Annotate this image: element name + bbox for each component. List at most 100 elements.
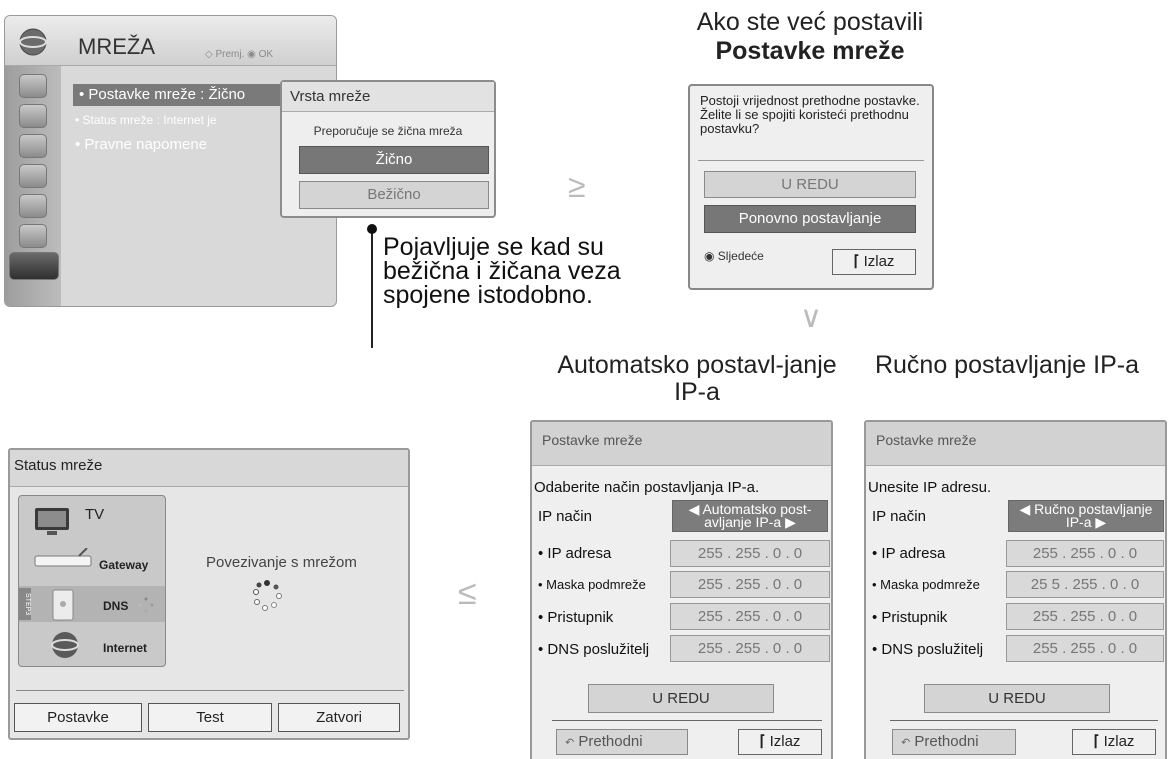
auto-ip-panel-title: Postavke mreže (542, 432, 643, 448)
ip-address-field[interactable]: 255 . 255 . 0 . 0 (670, 540, 830, 567)
internet-globe-icon (51, 632, 79, 658)
dns-server-label: • DNS poslužitelj (538, 641, 650, 658)
menu-navigation-hint: ◇ Premj. ◉ OK (205, 49, 274, 60)
wireless-option-button[interactable]: Bežično (299, 181, 489, 209)
exit-button[interactable]: ⌈ Izlaz (738, 729, 822, 755)
previous-button[interactable]: ↶ Prethodni (556, 729, 688, 755)
divider (890, 720, 1158, 721)
globe-icon (19, 28, 47, 56)
tv-icon (35, 508, 69, 535)
dns-server-label: • DNS poslužitelj (872, 641, 984, 658)
connection-steps: TV Gateway STEP3 DNS Internet (18, 495, 166, 667)
manual-ip-heading: Ručno postavljanje IP-a (874, 351, 1140, 379)
callout-line (371, 229, 373, 348)
ok-button[interactable]: U REDU (704, 171, 916, 198)
ok-button[interactable]: U REDU (924, 684, 1110, 713)
subnet-mask-label: • Maska podmreže (872, 577, 980, 592)
lock-icon[interactable] (19, 194, 47, 218)
picture-icon[interactable] (19, 74, 47, 98)
callout-note-line: bežična i žičana veza (383, 257, 621, 285)
previous-button-label: Prethodni (578, 733, 643, 750)
internet-label: Internet (103, 641, 148, 655)
close-button[interactable]: Zatvori (278, 703, 400, 732)
spinner-icon (253, 580, 282, 611)
callout-note-line: Pojavljuje se kad su (383, 233, 604, 261)
ip-mode-selector[interactable]: ◀ Ručno postavljanje IP-a ▶ (1008, 500, 1164, 532)
divider (16, 690, 404, 691)
callout-dot (367, 224, 377, 234)
gateway-field[interactable]: 255 . 255 . 0 . 0 (1006, 603, 1164, 630)
status-title: Status mreže (14, 457, 103, 474)
previous-setting-dialog: Postoji vrijednost prethodne postavke. Ž… (688, 84, 934, 290)
dns-server-field[interactable]: 255 . 255 . 0 . 0 (1006, 635, 1164, 662)
gateway-label: • Pristupnik (538, 609, 614, 626)
gateway-label: Gateway (99, 558, 149, 572)
prev-setting-heading-line1: Ako ste već postavili (696, 8, 924, 36)
menu-item-network-setting[interactable]: • Postavke mreže : Žično (73, 84, 287, 106)
exit-button-label: Izlaz (1103, 733, 1135, 750)
arrow-left-icon: ≤ (458, 574, 477, 612)
network-type-popup: Vrsta mreže Preporučuje se žična mreža Ž… (280, 80, 496, 218)
auto-ip-heading: Automatsko postavl-janje IP-a (557, 351, 837, 406)
dns-label: DNS (103, 599, 129, 613)
back-icon: ↶ (565, 737, 575, 749)
previous-setting-message: Postoji vrijednost prethodne postavke. Ž… (700, 93, 920, 136)
back-icon: ↶ (901, 737, 911, 749)
network-icon[interactable] (9, 252, 59, 280)
ip-address-label: • IP adresa (538, 545, 612, 562)
manual-ip-instruction: Unesite IP adresu. (868, 479, 992, 496)
menu-title: MREŽA (78, 34, 155, 59)
prev-setting-heading-line2: Postavke mreže (715, 37, 905, 65)
callout-note-line: spojene istodobno. (383, 281, 593, 309)
manual-ip-panel-title: Postavke mreže (876, 432, 977, 448)
ip-address-field[interactable]: 255 . 255 . 0 . 0 (1006, 540, 1164, 567)
ip-mode-selector[interactable]: ◀ Automatsko post-avljanje IP-a ▶ (672, 500, 828, 532)
option-icon[interactable] (19, 224, 47, 248)
popup-title: Vrsta mreže (290, 88, 371, 105)
auto-ip-instruction: Odaberite način postavljanja IP-a. (534, 479, 760, 496)
gateway-icon (34, 548, 92, 567)
ip-address-label: • IP adresa (872, 545, 946, 562)
exit-button-label: Izlaz (769, 733, 801, 750)
time-icon[interactable] (19, 164, 47, 188)
exit-button[interactable]: ⌈ Izlaz (1072, 729, 1156, 755)
arrow-right-icon: ≥ (568, 168, 586, 204)
callout-note: Pojavljuje se kad su bežična i žičana ve… (383, 233, 621, 309)
reset-button[interactable]: Ponovno postavljanje (704, 205, 916, 233)
gateway-label: • Pristupnik (872, 609, 948, 626)
previous-button-label: Prethodni (914, 733, 979, 750)
test-button[interactable]: Test (148, 703, 272, 732)
arrow-down-icon: ∨ (800, 301, 822, 334)
menu-header (5, 16, 336, 66)
divider (698, 160, 924, 161)
manual-ip-panel: Postavke mreže Unesite IP adresu. IP nač… (864, 420, 1167, 759)
divider (552, 720, 822, 721)
menu-item-network-status[interactable]: • Status mreže : Internet je (75, 113, 217, 127)
screen-icon[interactable] (19, 104, 47, 128)
prev-setting-heading: Ako ste već postavili Postavke mreže (660, 8, 960, 66)
ip-mode-label: IP način (872, 508, 926, 525)
audio-icon[interactable] (19, 134, 47, 158)
next-hint: ◉ Sljedeće (704, 249, 764, 263)
subnet-mask-field[interactable]: 255 . 255 . 0 . 0 (670, 571, 830, 598)
exit-key-icon: ⌈ (853, 253, 860, 270)
gateway-field[interactable]: 255 . 255 . 0 . 0 (670, 603, 830, 630)
previous-button[interactable]: ↶ Prethodni (892, 729, 1016, 755)
tv-label: TV (85, 506, 105, 523)
exit-button-label: Izlaz (863, 253, 895, 270)
ok-button[interactable]: U REDU (588, 684, 774, 713)
wired-option-button[interactable]: Žično (299, 146, 489, 174)
exit-key-icon: ⌈ (1093, 733, 1100, 750)
connecting-text: Povezivanje s mrežom (206, 554, 357, 571)
loading-icon (138, 597, 154, 613)
exit-key-icon: ⌈ (759, 733, 766, 750)
exit-button[interactable]: ⌈ Izlaz (832, 249, 916, 275)
ip-mode-label: IP način (538, 508, 592, 525)
subnet-mask-field[interactable]: 25 5 . 255 . 0 . 0 (1006, 571, 1164, 598)
popup-recommendation: Preporučuje se žična mreža (313, 124, 463, 138)
step-tag: STEP3 (19, 588, 31, 620)
menu-item-legal-notice[interactable]: • Pravne napomene (75, 136, 207, 153)
settings-button[interactable]: Postavke (14, 703, 142, 732)
dns-server-field[interactable]: 255 . 255 . 0 . 0 (670, 635, 830, 662)
subnet-mask-label: • Maska podmreže (538, 577, 646, 592)
